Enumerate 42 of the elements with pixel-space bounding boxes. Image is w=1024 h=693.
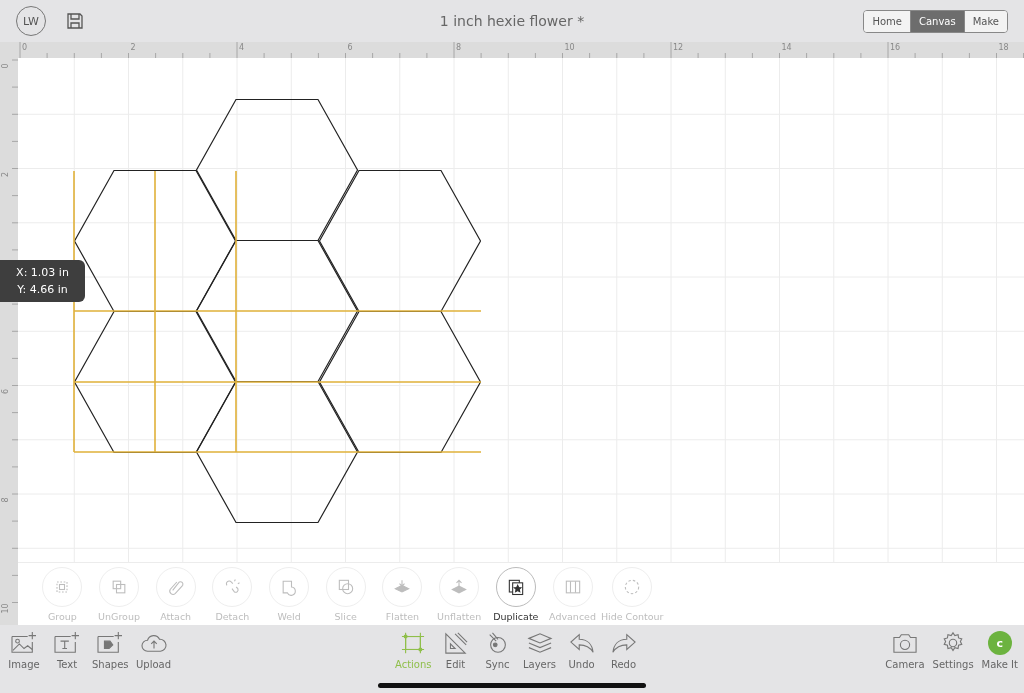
toolbar-button[interactable]: Camera — [883, 631, 927, 670]
text-add-icon — [53, 631, 81, 655]
make-it-badge: c — [987, 631, 1012, 655]
ruler-label: 0 — [22, 43, 28, 52]
redo-icon — [609, 631, 638, 655]
camera-icon — [890, 631, 919, 655]
ruler-label: 6 — [347, 43, 353, 52]
ruler-label: 2 — [1, 171, 10, 178]
coordinate-text: Y: 4.66 in — [16, 282, 69, 298]
ruler-label: 6 — [1, 388, 10, 395]
toolbar-tab[interactable]: Undo — [561, 631, 602, 670]
mode-tab[interactable]: Make — [963, 10, 1007, 32]
ruler-label: 8 — [1, 497, 10, 503]
ruler-label: 18 — [998, 43, 1009, 52]
ruler-label: 16 — [890, 43, 901, 52]
layers-icon — [525, 631, 554, 655]
toolbar-button[interactable]: c Make It — [979, 631, 1020, 670]
ruler-label: 4 — [239, 43, 245, 52]
ruler-label: 12 — [673, 43, 684, 52]
ruler-label: 8 — [456, 43, 462, 52]
action-button[interactable]: Duplicate — [487, 563, 545, 625]
toolbar-button[interactable]: Upload — [133, 631, 174, 670]
project-title: 1 inch hexie flower * — [439, 13, 585, 29]
toolbar-button[interactable]: Text — [47, 631, 87, 670]
ruler-label: 10 — [564, 43, 575, 52]
ruler-label: 2 — [130, 43, 136, 52]
toolbar-button[interactable]: Image — [4, 631, 44, 670]
toolbar-tab[interactable]: Layers — [519, 631, 560, 670]
save-icon[interactable] — [66, 12, 84, 30]
toolbar-button[interactable]: Settings — [930, 631, 976, 670]
shapes-add-icon — [96, 631, 125, 655]
toolbar-tab[interactable]: Redo — [603, 631, 644, 670]
ruler-label: 0 — [1, 63, 10, 69]
toolbar-tab[interactable]: Sync — [477, 631, 518, 670]
coordinate-text: X: 1.03 in — [15, 265, 70, 281]
image-add-icon — [10, 631, 38, 655]
toolbar-tab[interactable]: Edit — [435, 631, 476, 670]
mode-tab[interactable]: Canvas — [909, 10, 964, 32]
ruler-label: 10 — [1, 603, 10, 614]
toolbar-button[interactable]: Shapes — [90, 631, 131, 670]
ruler-label: 14 — [781, 43, 792, 52]
undo-icon — [567, 631, 596, 655]
